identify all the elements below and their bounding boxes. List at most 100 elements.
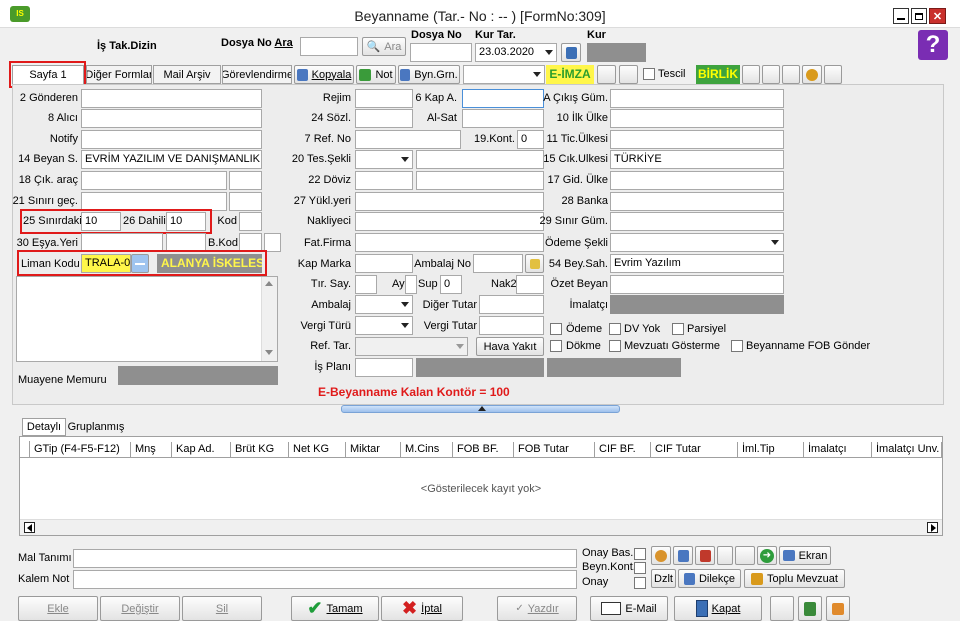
sup-input[interactable]: 0	[440, 275, 462, 294]
dokme-checkbox[interactable]	[550, 340, 562, 352]
col-iml-tip[interactable]: İml.Tip	[738, 442, 804, 458]
sil-button[interactable]: Sil	[182, 596, 262, 621]
esya-yeri-extra[interactable]	[166, 233, 206, 252]
kap-marka-input[interactable]	[355, 254, 413, 273]
tab-gorevlendirme[interactable]: Görevlendirme	[222, 65, 292, 84]
blank-button-3[interactable]	[742, 65, 760, 84]
col-cif-bf[interactable]: CIF BF.	[595, 442, 651, 458]
tool-icon-button[interactable]	[802, 65, 822, 84]
bey-sah-input[interactable]: Evrim Yazılım	[610, 254, 784, 273]
close-button[interactable]: ✕	[929, 8, 946, 24]
odeme-sekli-select[interactable]	[610, 233, 784, 252]
bkod-extra[interactable]	[264, 233, 281, 252]
byn-grn-button[interactable]: Byn.Grn.	[398, 65, 460, 84]
collapse-up-icon[interactable]	[478, 406, 486, 411]
chart-button[interactable]	[695, 546, 715, 565]
degistir-button[interactable]: Değiştir	[100, 596, 180, 621]
tab-sayfa1[interactable]: Sayfa 1	[12, 65, 84, 84]
doviz-extra[interactable]	[416, 171, 544, 190]
col-brut-kg[interactable]: Brüt KG	[231, 442, 289, 458]
help-icon[interactable]: ?	[918, 30, 948, 60]
refno-input[interactable]	[355, 130, 461, 149]
ambalaj-no-input[interactable]	[473, 254, 523, 273]
cik-ulkesi-input[interactable]: TÜRKİYE	[610, 150, 784, 169]
col-fob-bf[interactable]: FOB BF.	[453, 442, 514, 458]
maximize-button[interactable]	[911, 8, 927, 24]
col-net-kg[interactable]: Net KG	[289, 442, 346, 458]
esya-yeri-input[interactable]	[81, 233, 163, 252]
odeme-checkbox[interactable]	[550, 323, 562, 335]
sinirdaki-input[interactable]: 10	[81, 212, 121, 231]
liman-lookup-button[interactable]	[131, 254, 149, 273]
ay-input[interactable]	[405, 275, 417, 294]
sozl-input[interactable]	[355, 109, 413, 128]
blank-action-button[interactable]	[770, 596, 794, 621]
blank-button-7[interactable]	[717, 546, 733, 565]
yazdir-button[interactable]: ✓ Yazdır	[497, 596, 577, 621]
a-cikis-input[interactable]	[610, 89, 784, 108]
e-imza-badge[interactable]: E-İMZA	[546, 65, 594, 84]
dahili-input[interactable]: 10	[166, 212, 206, 231]
banka-input[interactable]	[610, 192, 784, 211]
notes-scrollbar[interactable]	[261, 277, 277, 361]
help-small-button[interactable]	[826, 596, 850, 621]
blank-button-6[interactable]	[824, 65, 842, 84]
yukl-yeri-input[interactable]	[355, 192, 544, 211]
tab-mail-arsiv[interactable]: Mail Arşiv	[153, 65, 221, 84]
col-imalatci[interactable]: İmalatçı	[804, 442, 872, 458]
doviz-input[interactable]	[355, 171, 413, 190]
notes-textarea[interactable]	[16, 276, 278, 362]
blank-button-5[interactable]	[782, 65, 800, 84]
grid-hscrollbar[interactable]	[20, 519, 942, 535]
col-kap-ad[interactable]: Kap Ad.	[172, 442, 231, 458]
bkod-input[interactable]	[239, 233, 262, 252]
liman-kodu-input[interactable]: TRALA-00	[81, 254, 131, 273]
scroll-down-icon[interactable]	[265, 350, 273, 355]
kod-input[interactable]	[239, 212, 262, 231]
col-m-cins[interactable]: M.Cins	[401, 442, 453, 458]
col-fob-tutar[interactable]: FOB Tutar	[514, 442, 595, 458]
tic-ulkesi-input[interactable]	[610, 130, 784, 149]
ara-button[interactable]: 🔍 Ara	[362, 37, 406, 56]
blank-button-2[interactable]	[619, 65, 638, 84]
minimize-button[interactable]	[893, 8, 909, 24]
kont-input[interactable]: 0	[517, 130, 544, 149]
parsiyel-checkbox[interactable]	[672, 323, 684, 335]
col-mns[interactable]: Mnş	[131, 442, 172, 458]
tes-sekli-extra[interactable]	[416, 150, 544, 169]
tescil-checkbox[interactable]	[643, 68, 655, 80]
gid-ulke-input[interactable]	[610, 171, 784, 190]
cik-arac-input[interactable]	[81, 171, 227, 190]
sinir-gec-extra[interactable]	[229, 192, 262, 211]
mal-tanimi-input[interactable]	[73, 549, 577, 568]
tab-gruplanmis[interactable]: Gruplanmış	[67, 418, 125, 436]
email-button[interactable]: E-Mail	[590, 596, 668, 621]
scroll-up-icon[interactable]	[265, 281, 273, 286]
gonderen-input[interactable]	[81, 89, 262, 108]
mevzuati-checkbox[interactable]	[609, 340, 621, 352]
col-gtip[interactable]: GTip (F4-F5-F12)	[30, 442, 131, 458]
ekle-button[interactable]: Ekle	[18, 596, 98, 621]
diger-tutar-input[interactable]	[479, 295, 544, 314]
blank-button-8[interactable]	[735, 546, 755, 565]
kalem-not-input[interactable]	[73, 570, 577, 589]
not-button[interactable]: Not	[356, 65, 396, 84]
export-button[interactable]	[798, 596, 822, 621]
users-button[interactable]	[651, 546, 671, 565]
fat-firma-input[interactable]	[355, 233, 544, 252]
calendar-button[interactable]	[561, 43, 581, 62]
tab-detayli[interactable]: Detaylı	[22, 418, 66, 436]
alici-input[interactable]	[81, 109, 262, 128]
go-button[interactable]: ➜	[757, 546, 777, 565]
beyn-kont-checkbox[interactable]	[634, 562, 646, 574]
fob-gonder-checkbox[interactable]	[731, 340, 743, 352]
toplu-mevzuat-button[interactable]: Toplu Mevzuat	[744, 569, 845, 588]
list-button[interactable]	[673, 546, 693, 565]
alsat-input[interactable]	[462, 109, 544, 128]
birlik-badge[interactable]: BİRLİK	[696, 65, 740, 84]
dilekce-button[interactable]: Dilekçe	[678, 569, 741, 588]
nakliyeci-input[interactable]	[355, 212, 544, 231]
kapat-button[interactable]: Kapat	[674, 596, 762, 621]
is-plani-input[interactable]	[355, 358, 413, 377]
beyan-input[interactable]: EVRİM YAZILIM VE DANIŞMANLIK	[81, 150, 262, 169]
